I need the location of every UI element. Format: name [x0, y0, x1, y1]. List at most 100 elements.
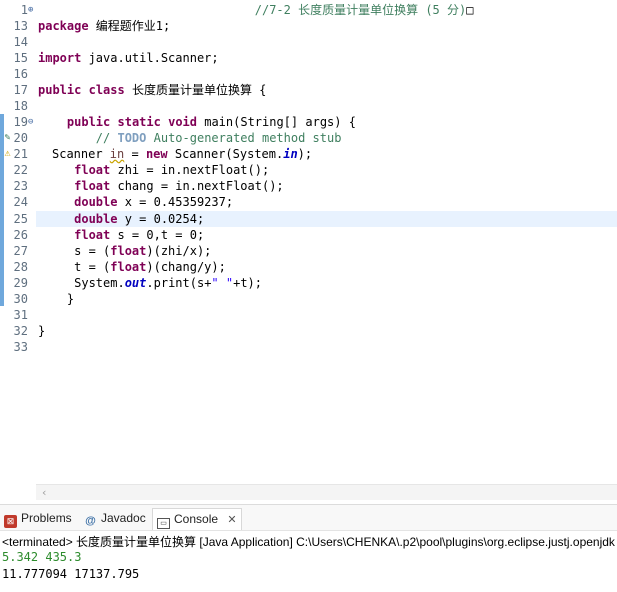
- code-text: )(zhi/x);: [146, 244, 212, 258]
- code-line-28: t = (float)(chang/y);: [38, 259, 617, 275]
- keyword: void: [168, 115, 197, 129]
- code-text: Scanner: [52, 147, 110, 161]
- line-number: 14: [13, 35, 28, 49]
- todo-tag: TODO: [117, 131, 147, 145]
- code-text: y = 0.0254;: [117, 212, 205, 226]
- line-number: 18: [13, 99, 28, 113]
- code-text: s = (: [74, 244, 111, 258]
- code-editor[interactable]: 1 13 14 15 16 17 18 19 20 21 22 23 24 25…: [0, 0, 617, 500]
- keyword: public: [66, 115, 111, 129]
- code-text: t = (: [74, 260, 111, 274]
- keyword: float: [74, 228, 111, 242]
- code-line-22: float zhi = in.nextFloat();: [38, 162, 617, 178]
- view-tab-bar: ⊠ Problems @ Javadoc ▭ Console ✕: [0, 505, 617, 531]
- code-text: chang = in.nextFloat();: [110, 179, 284, 193]
- header-comment: //7-2 长度质量计量单位换算 (5 分): [254, 3, 467, 17]
- code-line-26: float s = 0,t = 0;: [38, 227, 617, 243]
- keyword: import: [38, 51, 82, 65]
- terminated-status: <terminated> 长度质量计量单位换算 [Java Applicatio…: [2, 535, 615, 549]
- keyword: public: [38, 83, 82, 97]
- line-number: 13: [13, 19, 28, 33]
- line-number: 32: [13, 324, 28, 338]
- code-text: 长度质量计量单位换算 {: [124, 83, 267, 97]
- box-glyph: □: [466, 3, 474, 17]
- keyword: package: [38, 19, 89, 33]
- keyword: float: [74, 163, 111, 177]
- tab-problems[interactable]: ⊠ Problems: [4, 509, 72, 528]
- console-panel: ⊠ Problems @ Javadoc ▭ Console ✕ <terminate…: [0, 504, 617, 592]
- keyword: double: [74, 195, 118, 209]
- console-output: 11.777094 17137.795: [2, 567, 140, 581]
- code-text: main(String[] args) {: [197, 115, 356, 129]
- keyword: double: [74, 212, 118, 226]
- line-number: 24: [13, 195, 28, 209]
- line-number-ruler: 1 13 14 15 16 17 18 19 20 21 22 23 24 25…: [0, 0, 36, 500]
- code-text: }: [38, 324, 46, 338]
- line-number: 31: [13, 308, 28, 322]
- code-text: }: [66, 292, 75, 306]
- code-line-15: import java.util.Scanner;: [38, 50, 617, 66]
- comment: Auto-generated method stub: [146, 131, 342, 145]
- code-line-1: //7-2 长度质量计量单位换算 (5 分)□: [38, 2, 617, 18]
- console-icon: ▭: [157, 518, 170, 529]
- code-line-19: public static void main(String[] args) {: [38, 114, 617, 130]
- warning-marker-icon[interactable]: ⚠: [2, 148, 13, 159]
- code-line-27: s = (float)(zhi/x);: [38, 243, 617, 259]
- keyword: new: [145, 147, 168, 161]
- line-number: 28: [13, 260, 28, 274]
- variable: in: [109, 147, 125, 161]
- close-icon[interactable]: ✕: [227, 514, 236, 526]
- tab-label: Javadoc: [101, 511, 146, 525]
- scroll-left-icon[interactable]: ‹: [42, 485, 46, 500]
- code-text: 编程题作业1;: [88, 19, 171, 33]
- line-number: 25: [13, 212, 28, 226]
- code-line-32: }: [38, 323, 617, 339]
- tab-javadoc[interactable]: @ Javadoc: [84, 509, 146, 527]
- code-line-25: double y = 0.0254;: [38, 211, 617, 227]
- code-text: );: [297, 147, 313, 161]
- task-marker-icon[interactable]: ✎: [2, 132, 13, 143]
- line-number: 17: [13, 83, 28, 97]
- code-line-23: float chang = in.nextFloat();: [38, 178, 617, 194]
- code-text: =: [124, 147, 146, 161]
- code-text: x = 0.45359237;: [117, 195, 234, 209]
- code-text: java.util.Scanner;: [81, 51, 219, 65]
- line-number: 30: [13, 292, 28, 306]
- line-number: 1: [20, 3, 28, 17]
- keyword: float: [110, 244, 147, 258]
- console-input-echo: 5.342 435.3: [2, 550, 82, 564]
- line-number: 16: [13, 67, 28, 81]
- string-literal: " ": [211, 276, 234, 290]
- line-number: 26: [13, 228, 28, 242]
- keyword: static: [117, 115, 161, 129]
- code-text: )(chang/y);: [146, 260, 226, 274]
- tab-label: Console: [174, 512, 219, 526]
- static-field: in: [283, 147, 298, 161]
- tab-label: Problems: [21, 511, 72, 525]
- line-number: 22: [13, 163, 28, 177]
- problems-icon: ⊠: [4, 515, 17, 528]
- collapse-fold-icon[interactable]: ⊖: [28, 114, 36, 130]
- code-text: .print(s+: [146, 276, 212, 290]
- at-icon: @: [85, 515, 96, 527]
- code-line-17: public class 长度质量计量单位换算 {: [38, 82, 617, 98]
- code-text: System.: [74, 276, 125, 290]
- code-text: s = 0,t = 0;: [110, 228, 205, 242]
- code-line-21: Scanner in = new Scanner(System.in);: [52, 146, 617, 162]
- tab-console[interactable]: ▭ Console ✕: [152, 508, 242, 530]
- line-number: 27: [13, 244, 28, 258]
- code-line-30: }: [38, 291, 617, 307]
- code-text: zhi = in.nextFloat();: [110, 163, 270, 177]
- expand-fold-icon[interactable]: ⊕: [28, 2, 36, 18]
- comment: //: [95, 131, 118, 145]
- keyword: float: [74, 179, 111, 193]
- keyword: class: [88, 83, 125, 97]
- line-number: 15: [13, 51, 28, 65]
- line-number: 33: [13, 340, 28, 354]
- code-line-24: double x = 0.45359237;: [38, 194, 617, 210]
- code-text: +t);: [233, 276, 263, 290]
- line-number: 23: [13, 179, 28, 193]
- line-number: 19: [13, 115, 28, 129]
- code-line-20: // TODO Auto-generated method stub: [38, 130, 617, 146]
- horizontal-scrollbar[interactable]: ‹: [36, 484, 617, 500]
